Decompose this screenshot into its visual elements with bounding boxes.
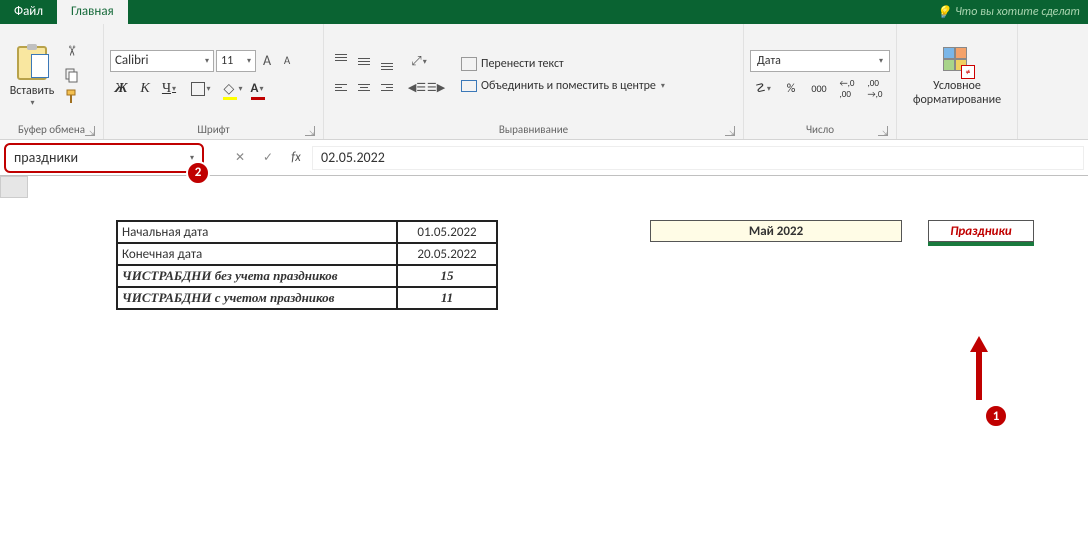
group-alignment: ⤢▾ ◀☰ ☰▶ Перенести текст Объединить и по… (324, 24, 744, 139)
holidays-header[interactable]: Праздники (928, 220, 1034, 242)
align-center-button[interactable] (353, 77, 375, 99)
callout-badge-1: 1 (984, 404, 1008, 428)
tab-главная[interactable]: Главная (57, 0, 128, 24)
formula-value[interactable]: 02.05.2022 (312, 146, 1084, 170)
borders-button[interactable]: ▾ (190, 78, 212, 100)
font-size-dropdown[interactable]: 11▾ (216, 50, 256, 72)
group-styles: ≠ Условное форматирование (897, 24, 1018, 139)
cancel-formula-button[interactable]: ✕ (228, 146, 252, 170)
calendar-title[interactable]: Май 2022 (650, 220, 902, 242)
chevron-down-icon: ▾ (30, 98, 34, 108)
formula-bar: праздники▾ 2 ✕ ✓ fx 02.05.2022 (0, 140, 1088, 176)
table-cell[interactable]: 20.05.2022 (397, 243, 497, 265)
dialog-launcher-icon[interactable] (305, 126, 315, 136)
wrap-text-button[interactable]: Перенести текст (461, 54, 665, 74)
cut-icon[interactable]: ✂ (64, 45, 80, 61)
conditional-formatting-button[interactable]: ≠ Условное форматирование (903, 43, 1011, 107)
font-name-dropdown[interactable]: Calibri▾ (110, 50, 214, 72)
bulb-icon: 💡 (936, 5, 951, 20)
table-cell[interactable]: 11 (397, 287, 497, 309)
group-number: Дата▾ ☡▾ % 000 ←,0,00 ,00→,0 Число (744, 24, 897, 139)
fill-color-button[interactable]: ▾ (222, 78, 244, 100)
group-label-number: Число (806, 123, 834, 136)
tell-me-label: Что вы хотите сделат (955, 5, 1080, 19)
name-box[interactable]: праздники▾ 2 (4, 143, 204, 173)
callout-badge-2: 2 (186, 161, 210, 185)
decrease-indent-button[interactable]: ◀☰ (408, 80, 426, 96)
tab-file[interactable]: Файл (0, 0, 57, 24)
number-format-dropdown[interactable]: Дата▾ (750, 50, 890, 72)
decrease-decimal-button[interactable]: ,00→,0 (862, 78, 888, 100)
align-left-button[interactable] (330, 77, 352, 99)
increase-decimal-button[interactable]: ←,0,00 (834, 78, 860, 100)
percent-button[interactable]: % (778, 78, 804, 100)
dialog-launcher-icon[interactable] (878, 126, 888, 136)
group-font: Calibri▾ 11▾ A A Ж К Ч▾ ▾ ▾ А▾ Шрифт (104, 24, 324, 139)
callout-badge-1-wrap: 1 (984, 404, 1008, 428)
table-cell[interactable]: 15 (397, 265, 497, 287)
align-middle-button[interactable] (353, 51, 375, 73)
paste-label: Вставить (10, 84, 55, 98)
callout-arrow-icon (964, 336, 994, 404)
underline-button[interactable]: Ч▾ (158, 78, 180, 100)
comma-button[interactable]: 000 (806, 78, 832, 100)
align-bottom-button[interactable] (376, 51, 398, 73)
group-label-align: Выравнивание (499, 123, 568, 136)
shrink-font-button[interactable]: A (278, 50, 296, 72)
calendar: Май 2022 (650, 220, 902, 242)
dialog-launcher-icon[interactable] (85, 126, 95, 136)
group-label-font: Шрифт (197, 123, 229, 136)
align-top-button[interactable] (330, 51, 352, 73)
enter-formula-button[interactable]: ✓ (256, 146, 280, 170)
paste-button[interactable]: Вставить ▾ (6, 42, 58, 108)
grow-font-button[interactable]: A (258, 50, 276, 72)
ribbon: Вставить ▾ ✂ Буфер обмена Calibri▾ 11▾ A… (0, 24, 1088, 140)
copy-icon[interactable] (64, 67, 80, 83)
table-cell[interactable]: 01.05.2022 (397, 221, 497, 243)
table-cell[interactable]: Начальная дата (117, 221, 397, 243)
bold-button[interactable]: Ж (110, 78, 132, 100)
align-right-button[interactable] (376, 77, 398, 99)
merge-center-button[interactable]: Объединить и поместить в центре▾ (461, 76, 665, 96)
italic-button[interactable]: К (134, 78, 156, 100)
format-painter-icon[interactable] (64, 89, 80, 105)
accounting-format-button[interactable]: ☡▾ (750, 78, 776, 100)
conditional-formatting-icon: ≠ (943, 47, 971, 75)
paste-icon (17, 46, 47, 80)
tell-me[interactable]: 💡 Что вы хотите сделат (928, 0, 1088, 24)
worksheet-grid[interactable]: Начальная дата01.05.2022 Конечная дата20… (0, 176, 1088, 198)
increase-indent-button[interactable]: ☰▶ (427, 80, 445, 96)
title-tabs: Файл Главная 💡 Что вы хотите сделат (0, 0, 1088, 24)
table-cell[interactable]: Конечная дата (117, 243, 397, 265)
data-table: Начальная дата01.05.2022 Конечная дата20… (116, 220, 498, 310)
group-label-clipboard: Буфер обмена (18, 123, 85, 136)
orientation-button[interactable]: ⤢▾ (408, 51, 430, 73)
fx-button[interactable]: fx (284, 146, 308, 170)
font-color-button[interactable]: А▾ (246, 78, 268, 100)
dialog-launcher-icon[interactable] (725, 126, 735, 136)
select-all-corner[interactable] (0, 176, 28, 198)
table-cell[interactable]: ЧИСТРАБДНИ с учетом праздников (117, 287, 397, 309)
group-clipboard: Вставить ▾ ✂ Буфер обмена (0, 24, 104, 139)
table-cell[interactable]: ЧИСТРАБДНИ без учета праздников (117, 265, 397, 287)
holidays-range: Праздники (928, 220, 1034, 246)
